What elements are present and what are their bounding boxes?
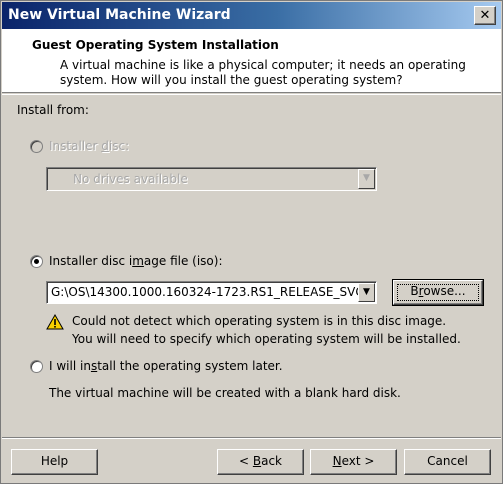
page-title: Guest Operating System Installation [32, 38, 279, 52]
iso-path-combo[interactable]: G:\OS\14300.1000.160324-1723.RS1_RELEASE… [46, 281, 377, 304]
install-from-label: Install from: [17, 103, 89, 117]
installer-disc-radio[interactable] [30, 140, 43, 153]
warning-text-line2: You will need to specify which operating… [72, 332, 461, 346]
back-button[interactable]: < Back [217, 449, 304, 475]
chevron-down-icon[interactable]: ▼ [358, 283, 375, 302]
browse-button[interactable]: Browse... [392, 279, 484, 306]
install-later-radio[interactable] [30, 360, 43, 373]
page-description: A virtual machine is like a physical com… [60, 58, 466, 87]
disc-drive-dropdown[interactable]: No drives available ▼ [46, 167, 377, 191]
warning-icon [46, 314, 64, 330]
installer-disc-label: Installer disc: [49, 139, 130, 153]
close-icon: ✕ [479, 8, 491, 23]
iso-radio[interactable] [30, 255, 43, 268]
wizard-header: Guest Operating System Installation A vi… [2, 29, 501, 93]
header-divider [2, 94, 501, 95]
cancel-button[interactable]: Cancel [404, 449, 491, 475]
window-title: New Virtual Machine Wizard [8, 7, 231, 23]
warning-text-line1: Could not detect which operating system … [72, 314, 447, 328]
chevron-down-icon[interactable]: ▼ [358, 169, 375, 189]
iso-label: Installer disc image file (iso): [49, 254, 223, 268]
wizard-window: New Virtual Machine Wizard ✕ Guest Opera… [0, 0, 503, 484]
close-button[interactable]: ✕ [474, 6, 496, 25]
next-button[interactable]: Next > [310, 449, 397, 475]
title-bar[interactable]: New Virtual Machine Wizard ✕ [2, 2, 501, 29]
iso-path-input[interactable]: G:\OS\14300.1000.160324-1723.RS1_RELEASE… [51, 285, 359, 299]
install-later-note: The virtual machine will be created with… [49, 386, 401, 400]
help-button[interactable]: Help [11, 449, 98, 475]
disc-drive-value: No drives available [73, 172, 188, 186]
radio-selected-dot [34, 259, 39, 264]
install-later-label: I will install the operating system late… [49, 359, 283, 373]
